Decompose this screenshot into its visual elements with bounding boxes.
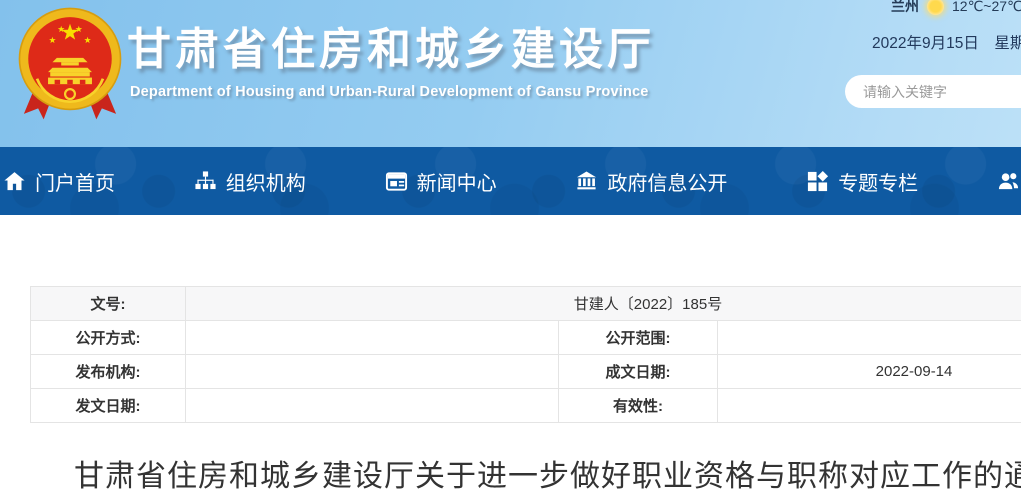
doc-number-label: 文号: xyxy=(31,287,186,321)
weather-city: 兰州 xyxy=(891,0,919,16)
open-scope-value xyxy=(718,321,1021,355)
table-row: 公开方式: 公开范围: xyxy=(31,321,1021,355)
written-date-value: 2022-09-14 xyxy=(718,355,1021,389)
open-method-label: 公开方式: xyxy=(31,321,186,355)
site-title: 甘肃省住房和城乡建设厅 xyxy=(127,13,655,77)
search-input[interactable] xyxy=(845,75,1021,108)
document-meta-table: 文号: 甘建人〔2022〕185号 公开方式: 公开范围: 发布机构: 成文日期… xyxy=(30,286,1021,423)
content-area: 文号: 甘建人〔2022〕185号 公开方式: 公开范围: 发布机构: 成文日期… xyxy=(0,215,1021,492)
nav-item-label: 组织机构 xyxy=(226,167,306,196)
publisher-value xyxy=(186,355,559,389)
nav-item-label: 门户首页 xyxy=(35,167,115,196)
nav-item-interaction[interactable] xyxy=(997,170,1021,193)
nav-item-home[interactable]: 门户首页 xyxy=(3,167,115,196)
table-row: 文号: 甘建人〔2022〕185号 xyxy=(31,287,1021,321)
nav-item-label: 新闻中心 xyxy=(417,167,497,196)
site-header: 甘肃省住房和城乡建设厅 Department of Housing and Ur… xyxy=(0,0,1021,147)
national-emblem-icon xyxy=(15,4,125,132)
doc-number-value: 甘建人〔2022〕185号 xyxy=(186,287,1021,321)
weather-temperature: 12℃~27℃ xyxy=(952,0,1021,15)
nav-item-news[interactable]: 新闻中心 xyxy=(385,167,497,196)
nav-inner: 门户首页 组织机构 xyxy=(0,167,1021,196)
home-icon xyxy=(3,170,26,193)
table-row: 发布机构: 成文日期: 2022-09-14 xyxy=(31,355,1021,389)
gov-building-icon xyxy=(575,170,598,193)
nav-item-topics[interactable]: 专题专栏 xyxy=(806,167,918,196)
validity-value xyxy=(718,389,1021,423)
open-scope-label: 公开范围: xyxy=(559,321,718,355)
site-subtitle: Department of Housing and Urban-Rural De… xyxy=(130,84,649,100)
news-icon xyxy=(385,170,408,193)
page: 甘肃省住房和城乡建设厅 Department of Housing and Ur… xyxy=(0,0,1021,492)
issue-date-label: 发文日期: xyxy=(31,389,186,423)
topics-grid-icon xyxy=(806,170,829,193)
nav-item-label: 政府信息公开 xyxy=(607,167,727,196)
main-nav: 门户首页 组织机构 xyxy=(0,147,1021,215)
people-icon xyxy=(997,170,1020,193)
nav-item-label: 专题专栏 xyxy=(838,167,918,196)
sun-icon xyxy=(927,0,944,15)
article-title: 甘肃省住房和城乡建设厅关于进一步做好职业资格与职称对应工作的通知 xyxy=(30,451,1021,492)
weather-widget: 兰州 12℃~27℃ xyxy=(891,0,1021,16)
publisher-label: 发布机构: xyxy=(31,355,186,389)
validity-label: 有效性: xyxy=(559,389,718,423)
nav-item-gov-info[interactable]: 政府信息公开 xyxy=(575,167,727,196)
issue-date-value xyxy=(186,389,559,423)
open-method-value xyxy=(186,321,559,355)
org-chart-icon xyxy=(194,170,217,193)
written-date-label: 成文日期: xyxy=(559,355,718,389)
table-row: 发文日期: 有效性: xyxy=(31,389,1021,423)
nav-item-organization[interactable]: 组织机构 xyxy=(194,167,306,196)
current-date: 2022年9月15日 星期四 xyxy=(872,31,1021,53)
